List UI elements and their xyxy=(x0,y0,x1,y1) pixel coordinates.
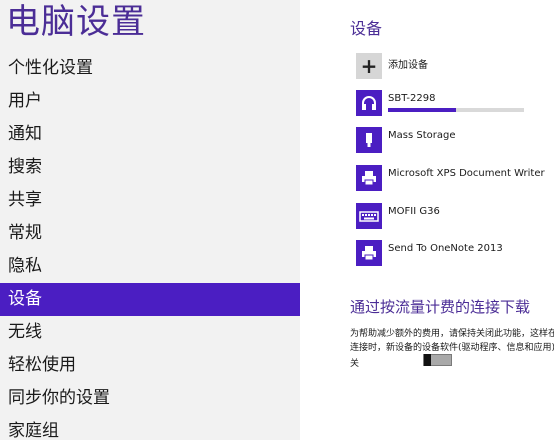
page-title: 电脑设置 xyxy=(6,2,146,42)
metered-download-description: 为帮助减少额外的费用，请保持关闭此功能，这样在使用按流量计费的 连接时，新设备的… xyxy=(350,327,554,355)
nav-item-privacy[interactable]: 隐私 xyxy=(0,250,300,283)
usb-drive-icon xyxy=(356,127,382,153)
nav-item-users[interactable]: 用户 xyxy=(0,85,300,118)
device-name: Mass Storage xyxy=(388,130,456,141)
device-item[interactable]: SBT-2298 xyxy=(356,90,554,120)
device-progress-bar xyxy=(388,108,524,112)
device-name: Send To OneNote 2013 xyxy=(388,243,503,254)
toggle-thumb[interactable] xyxy=(424,354,431,366)
nav-item-general[interactable]: 常规 xyxy=(0,217,300,250)
device-item[interactable]: Microsoft XPS Document Writer xyxy=(356,165,554,195)
printer-icon xyxy=(356,240,382,266)
devices-pane: 设备 + 添加设备 SBT-2298 Mass Storage Microsof… xyxy=(300,0,554,440)
nav-item-sync-settings[interactable]: 同步你的设置 xyxy=(0,382,300,415)
keyboard-icon xyxy=(356,203,382,229)
device-item[interactable]: Mass Storage xyxy=(356,127,554,157)
metered-download-title: 通过按流量计费的连接下载 xyxy=(350,298,531,316)
section-title: 设备 xyxy=(350,19,383,38)
settings-nav-pane: 电脑设置 个性化设置 用户 通知 搜索 共享 常规 隐私 设备 无线 轻松使用 … xyxy=(0,0,300,440)
toggle-state-label: 关 xyxy=(350,359,360,369)
nav-item-homegroup[interactable]: 家庭组 xyxy=(0,415,300,440)
description-line: 为帮助减少额外的费用，请保持关闭此功能，这样在使用按流量计费的 xyxy=(350,329,554,339)
device-name: SBT-2298 xyxy=(388,93,436,104)
headset-icon xyxy=(356,90,382,116)
device-name: MOFII G36 xyxy=(388,206,440,217)
settings-nav: 个性化设置 用户 通知 搜索 共享 常规 隐私 设备 无线 轻松使用 同步你的设… xyxy=(0,52,300,440)
description-line: 连接时，新设备的设备软件(驱动程序、信息和应用)将不会下载。 xyxy=(350,343,554,353)
nav-item-search[interactable]: 搜索 xyxy=(0,151,300,184)
device-item[interactable]: Send To OneNote 2013 xyxy=(356,240,554,270)
nav-item-share[interactable]: 共享 xyxy=(0,184,300,217)
nav-item-ease-of-access[interactable]: 轻松使用 xyxy=(0,349,300,382)
nav-item-wireless[interactable]: 无线 xyxy=(0,316,300,349)
add-device-button[interactable]: + 添加设备 xyxy=(356,53,554,83)
device-item[interactable]: MOFII G36 xyxy=(356,203,554,233)
plus-icon: + xyxy=(356,53,382,79)
nav-item-notifications[interactable]: 通知 xyxy=(0,118,300,151)
progress-fill xyxy=(388,108,456,112)
device-name: Microsoft XPS Document Writer xyxy=(388,168,545,179)
metered-download-toggle[interactable] xyxy=(423,354,452,366)
printer-icon xyxy=(356,165,382,191)
nav-item-devices[interactable]: 设备 xyxy=(0,283,300,316)
add-device-label: 添加设备 xyxy=(388,60,428,71)
nav-item-personalize[interactable]: 个性化设置 xyxy=(0,52,300,85)
